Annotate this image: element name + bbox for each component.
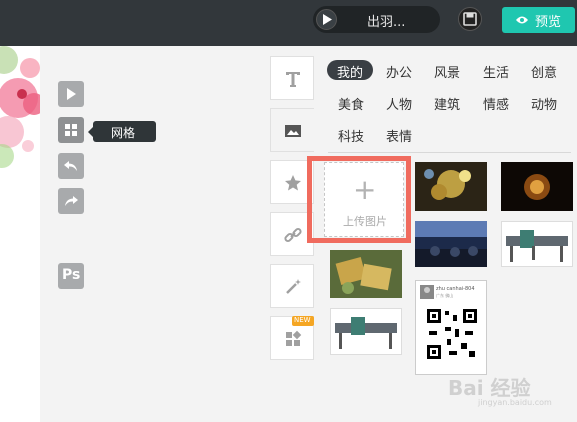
grid-icon — [65, 124, 77, 136]
redo-icon — [65, 196, 78, 206]
category-people[interactable]: 人物 — [384, 92, 420, 113]
ps-label: Ps — [62, 267, 81, 283]
category-creative[interactable]: 创意 — [529, 60, 565, 81]
preview-button[interactable]: 预览 — [502, 7, 575, 33]
category-label: 建筑 — [434, 98, 461, 113]
category-label: 办公 — [386, 66, 413, 81]
play-music-button[interactable] — [316, 9, 337, 30]
image-thumbnail[interactable] — [415, 221, 487, 267]
category-architecture[interactable]: 建筑 — [432, 92, 468, 113]
photoshop-button[interactable]: Ps — [58, 263, 84, 289]
plus-icon: + — [353, 173, 377, 206]
music-title: 出羽... — [367, 15, 406, 30]
tab-effects[interactable] — [270, 264, 314, 308]
category-tech[interactable]: 科技 — [336, 124, 372, 145]
upload-label: 上传图片 — [343, 215, 387, 228]
grid-tooltip-label: 网格 — [111, 126, 136, 140]
play-icon — [323, 14, 332, 25]
new-badge-label: NEW — [294, 316, 311, 324]
image-thumbnail[interactable] — [330, 308, 402, 355]
category-label: 风景 — [434, 66, 461, 81]
tab-widgets[interactable]: NEW — [270, 316, 314, 360]
image-thumbnail[interactable] — [415, 162, 487, 211]
thumbnail-graphic — [501, 162, 573, 211]
image-thumbnail[interactable] — [501, 221, 573, 267]
text-icon — [286, 72, 300, 87]
new-badge: NEW — [292, 316, 314, 326]
baidu-watermark: Bai 经验 — [448, 376, 531, 400]
category-emoji[interactable]: 表情 — [384, 124, 420, 145]
image-icon — [285, 125, 301, 137]
qr-subtitle: 广东 佛山 — [436, 293, 454, 298]
image-thumbnail[interactable] — [330, 250, 402, 298]
music-player[interactable]: 出羽... — [313, 6, 440, 33]
profile-avatar — [420, 285, 434, 299]
grid-tooltip: 网格 — [88, 121, 156, 142]
thumbnail-graphic — [415, 221, 487, 267]
category-animals[interactable]: 动物 — [529, 92, 565, 113]
category-scenery[interactable]: 风景 — [432, 60, 468, 81]
qr-code-graphic — [425, 307, 479, 361]
widget-icon — [286, 330, 302, 346]
save-button[interactable] — [458, 7, 482, 31]
undo-button[interactable] — [58, 153, 84, 179]
preview-label: 预览 — [535, 15, 562, 30]
redo-button[interactable] — [58, 188, 84, 214]
category-label: 人物 — [386, 98, 413, 113]
top-toolbar: 出羽... 预览 — [0, 0, 577, 46]
category-label: 创意 — [531, 66, 558, 81]
category-label: 情感 — [483, 98, 510, 113]
play-tool-button[interactable] — [58, 81, 84, 107]
qr-code-thumbnail[interactable]: zhu canhai-804 广东 佛山 — [415, 280, 487, 375]
tab-image[interactable] — [270, 108, 314, 152]
category-label: 科技 — [338, 130, 365, 145]
thumbnail-graphic — [335, 317, 397, 349]
play-icon — [67, 88, 76, 100]
qr-header: zhu canhai-804 — [436, 286, 475, 292]
category-label: 表情 — [386, 130, 413, 145]
category-label: 生活 — [483, 66, 510, 81]
category-label: 我的 — [337, 66, 364, 81]
category-mine[interactable]: 我的 — [327, 60, 373, 81]
link-icon — [284, 227, 302, 243]
thumbnail-graphic — [506, 230, 568, 262]
category-label: 动物 — [531, 98, 558, 113]
magic-wand-icon — [286, 279, 301, 294]
tab-text[interactable] — [270, 56, 314, 100]
star-icon — [285, 175, 301, 191]
image-thumbnail[interactable] — [501, 162, 573, 211]
page-canvas[interactable] — [0, 46, 41, 422]
divider — [328, 152, 571, 153]
thumbnail-graphic — [415, 162, 487, 211]
thumbnail-graphic — [330, 250, 402, 298]
category-label: 美食 — [338, 98, 365, 113]
baidu-watermark-url: jingyan.baidu.com — [478, 398, 552, 407]
flower-illustration — [0, 46, 40, 168]
grid-button[interactable] — [58, 117, 84, 143]
save-icon — [463, 12, 477, 26]
category-emotion[interactable]: 情感 — [481, 92, 517, 113]
eye-icon — [516, 16, 528, 24]
upload-image-button[interactable]: + 上传图片 — [324, 162, 404, 237]
category-life[interactable]: 生活 — [481, 60, 517, 81]
category-food[interactable]: 美食 — [336, 92, 372, 113]
category-office[interactable]: 办公 — [384, 60, 420, 81]
undo-icon — [64, 161, 77, 171]
